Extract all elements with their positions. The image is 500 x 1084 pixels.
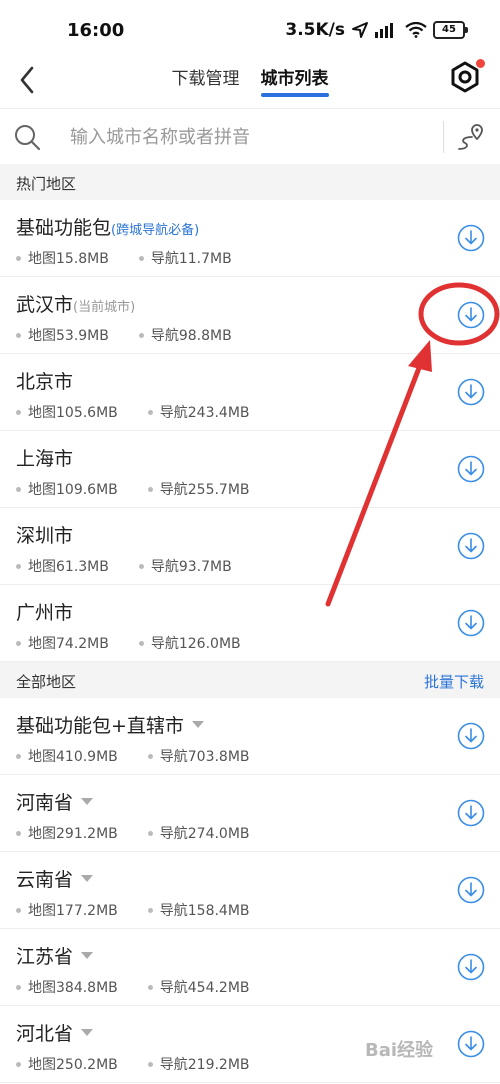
- region-sizes: 地图53.9MB 导航98.8MB: [16, 325, 232, 345]
- region-name: 云南省: [16, 865, 94, 892]
- tab-city-list[interactable]: 城市列表: [260, 64, 329, 97]
- list-item[interactable]: 上海市 地图109.6MB 导航255.7MB: [0, 431, 500, 508]
- region-name: 北京市: [16, 371, 74, 393]
- expand-caret-icon[interactable]: [81, 875, 94, 882]
- download-icon[interactable]: [457, 953, 485, 981]
- map-size: 地图250.2MB: [28, 1057, 118, 1073]
- location-arrow-icon: [352, 22, 368, 38]
- map-size: 地图105.6MB: [28, 405, 118, 421]
- region-sizes: 地图109.6MB 导航255.7MB: [16, 479, 250, 499]
- map-size: 地图109.6MB: [28, 482, 118, 498]
- settings-button[interactable]: [448, 59, 485, 94]
- status-time: 16:00: [67, 20, 125, 41]
- region-tag: (跨城导航必备): [111, 223, 200, 238]
- region-sizes: 地图15.8MB 导航11.7MB: [16, 248, 232, 268]
- list-item[interactable]: 基础功能包+直辖市 地图410.9MB 导航703.8MB: [0, 698, 500, 775]
- region-tag: (当前城市): [73, 300, 136, 315]
- region-name: 基础功能包+直辖市: [16, 711, 204, 738]
- region-name: 河北省: [16, 1019, 94, 1046]
- nav-size: 导航98.8MB: [150, 328, 232, 344]
- list-item[interactable]: 广州市 地图74.2MB 导航126.0MB: [0, 585, 500, 662]
- tab-download-manager[interactable]: 下载管理: [171, 64, 239, 97]
- search-input[interactable]: [68, 121, 432, 153]
- nav-size: 导航11.7MB: [150, 251, 232, 267]
- wifi-icon: [405, 22, 427, 38]
- list-item[interactable]: 北京市 地图105.6MB 导航243.4MB: [0, 354, 500, 431]
- download-icon[interactable]: [457, 532, 485, 560]
- region-sizes: 地图250.2MB 导航219.2MB: [16, 1054, 250, 1074]
- region-sizes: 地图177.2MB 导航158.4MB: [16, 900, 250, 920]
- network-speed: 3.5K/s: [285, 20, 345, 40]
- expand-caret-icon[interactable]: [81, 1029, 94, 1036]
- region-sizes: 地图410.9MB 导航703.8MB: [16, 746, 250, 766]
- map-size: 地图410.9MB: [28, 749, 118, 765]
- route-icon[interactable]: [455, 121, 487, 153]
- search-bar: [0, 108, 500, 166]
- download-icon[interactable]: [457, 378, 485, 406]
- section-hot-regions: 热门地区: [0, 164, 500, 200]
- nav-bar: 下载管理 城市列表: [0, 58, 500, 108]
- download-icon[interactable]: [457, 1030, 485, 1058]
- nav-size: 导航93.7MB: [150, 559, 232, 575]
- region-sizes: 地图384.8MB 导航454.2MB: [16, 977, 250, 997]
- map-size: 地图53.9MB: [28, 328, 109, 344]
- section-title: 全部地区: [16, 673, 77, 691]
- expand-caret-icon[interactable]: [81, 952, 94, 959]
- download-icon[interactable]: [457, 799, 485, 827]
- map-size: 地图177.2MB: [28, 903, 118, 919]
- nav-size: 导航454.2MB: [159, 980, 250, 996]
- signal-icon: [375, 23, 393, 38]
- expand-caret-icon[interactable]: [81, 798, 94, 805]
- download-icon[interactable]: [457, 224, 485, 252]
- download-icon[interactable]: [457, 722, 485, 750]
- battery-icon: 45: [433, 21, 468, 39]
- map-size: 地图384.8MB: [28, 980, 118, 996]
- download-icon[interactable]: [457, 609, 485, 637]
- map-size: 地图74.2MB: [28, 636, 109, 652]
- region-name: 武汉市(当前城市): [16, 294, 136, 316]
- list-item[interactable]: 基础功能包(跨城导航必备) 地图15.8MB 导航11.7MB: [0, 200, 500, 277]
- section-all-regions: 全部地区 批量下载: [0, 662, 500, 698]
- status-bar: 16:00 3.5K/s 45: [0, 0, 500, 58]
- list-item[interactable]: 武汉市(当前城市) 地图53.9MB 导航98.8MB: [0, 277, 500, 354]
- download-icon[interactable]: [457, 455, 485, 483]
- region-name: 广州市: [16, 602, 74, 624]
- region-sizes: 地图291.2MB 导航274.0MB: [16, 823, 250, 843]
- list-item[interactable]: 云南省 地图177.2MB 导航158.4MB: [0, 852, 500, 929]
- map-size: 地图15.8MB: [28, 251, 109, 267]
- nav-size: 导航243.4MB: [159, 405, 250, 421]
- region-name: 深圳市: [16, 525, 74, 547]
- nav-size: 导航219.2MB: [159, 1057, 250, 1073]
- region-name: 上海市: [16, 448, 74, 470]
- download-icon[interactable]: [457, 301, 485, 329]
- nav-size: 导航255.7MB: [159, 482, 250, 498]
- download-icon[interactable]: [457, 876, 485, 904]
- nav-size: 导航158.4MB: [159, 903, 250, 919]
- region-name: 江苏省: [16, 942, 94, 969]
- notification-dot: [476, 59, 485, 68]
- list-item[interactable]: 深圳市 地图61.3MB 导航93.7MB: [0, 508, 500, 585]
- map-size: 地图61.3MB: [28, 559, 109, 575]
- search-icon: [15, 125, 41, 151]
- region-name: 基础功能包(跨城导航必备): [16, 217, 200, 239]
- batch-download-button[interactable]: 批量下载: [424, 671, 484, 692]
- list-item[interactable]: 江苏省 地图384.8MB 导航454.2MB: [0, 929, 500, 1006]
- watermark: Bai经验: [365, 1040, 434, 1061]
- nav-size: 导航703.8MB: [159, 749, 250, 765]
- section-title: 热门地区: [16, 175, 77, 193]
- tab-bar: 下载管理 城市列表: [0, 64, 500, 97]
- status-right: 3.5K/s 45: [285, 20, 468, 40]
- list-item[interactable]: 河南省 地图291.2MB 导航274.0MB: [0, 775, 500, 852]
- region-sizes: 地图61.3MB 导航93.7MB: [16, 556, 232, 576]
- expand-caret-icon[interactable]: [191, 721, 204, 728]
- region-name: 河南省: [16, 788, 94, 815]
- nav-size: 导航126.0MB: [150, 636, 241, 652]
- nav-size: 导航274.0MB: [159, 826, 250, 842]
- region-sizes: 地图74.2MB 导航126.0MB: [16, 633, 241, 653]
- search-divider: [443, 121, 444, 153]
- map-size: 地图291.2MB: [28, 826, 118, 842]
- region-sizes: 地图105.6MB 导航243.4MB: [16, 402, 250, 422]
